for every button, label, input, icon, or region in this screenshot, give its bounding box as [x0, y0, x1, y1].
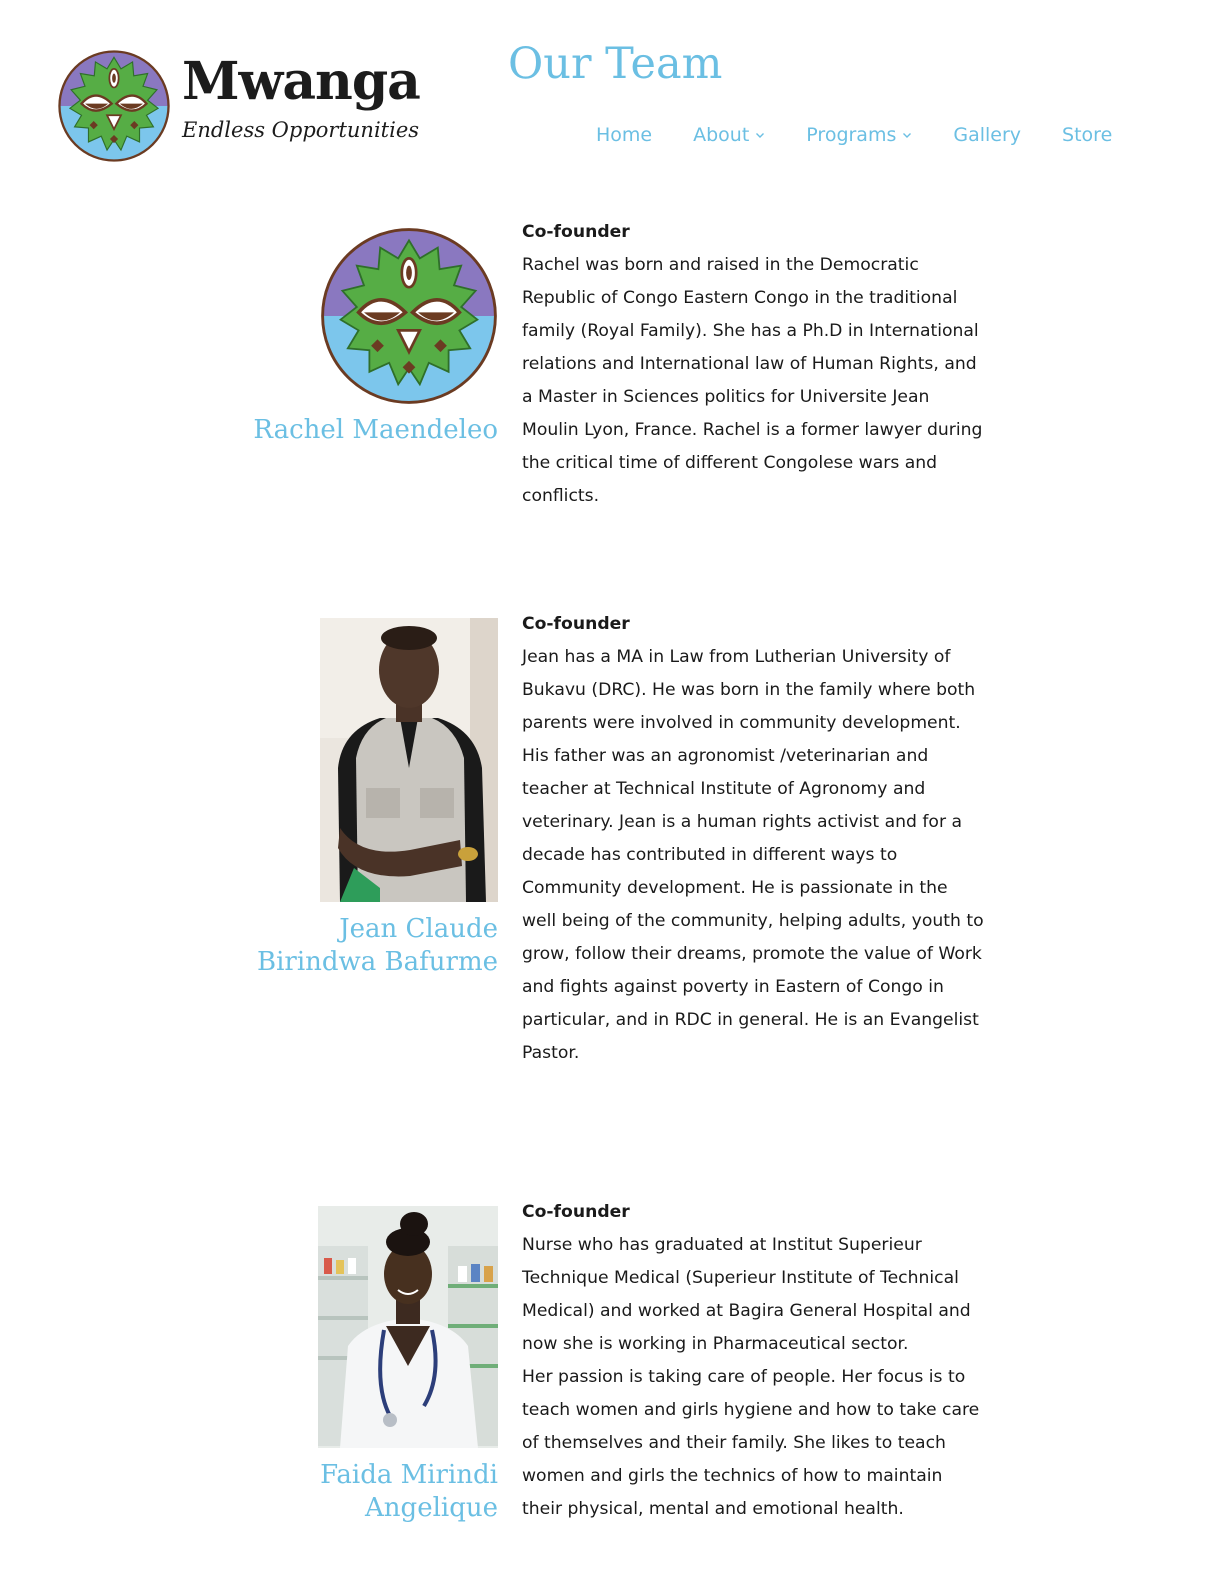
nav-item-store[interactable]: Store: [1062, 124, 1112, 146]
nav-item-gallery[interactable]: Gallery: [953, 124, 1021, 146]
nav-item-label: Programs: [806, 124, 897, 146]
bio-paragraph: Her passion is taking care of people. He…: [522, 1367, 980, 1519]
bio-paragraph: Rachel was born and raised in the Democr…: [522, 255, 983, 506]
member-name-line: Rachel Maendeleo: [253, 415, 498, 445]
main-nav: Home About Programs Gallery Store: [596, 118, 1112, 152]
member-bio: Co-founder Nurse who has graduated at In…: [522, 1196, 984, 1526]
nav-item-label: Home: [596, 124, 653, 146]
member-name: Jean Claude Birindwa Bafurme: [198, 913, 498, 979]
bio-paragraph: Nurse who has graduated at Institut Supe…: [522, 1235, 971, 1354]
member-photo: [320, 618, 498, 902]
nav-item-home[interactable]: Home: [596, 124, 652, 146]
member-name-line: Birindwa Bafurme: [256, 947, 498, 977]
member-role: Co-founder: [522, 614, 630, 634]
member-name: Faida Mirindi Angelique: [198, 1459, 498, 1525]
chevron-down-icon: [903, 133, 912, 138]
brand-name: Mwanga: [182, 51, 421, 112]
site-logo[interactable]: Mwanga Endless Opportunities: [56, 48, 446, 164]
member-name-line: Faida Mirindi: [320, 1460, 498, 1490]
brand-tagline: Endless Opportunities: [182, 118, 420, 142]
member-bio: Co-founder Rachel was born and raised in…: [522, 216, 984, 513]
nav-item-label: Gallery: [953, 124, 1022, 146]
mwanga-logo-icon: [58, 50, 170, 162]
nav-item-about[interactable]: About: [693, 124, 765, 146]
member-name: Rachel Maendeleo: [198, 414, 498, 447]
nav-item-programs[interactable]: Programs: [806, 124, 912, 146]
member-bio: Co-founder Jean has a MA in Law from Lut…: [522, 608, 984, 1070]
member-photo: [318, 1206, 498, 1448]
nav-item-label: About: [693, 124, 750, 146]
member-role: Co-founder: [522, 222, 630, 242]
nav-item-label: Store: [1062, 124, 1113, 146]
member-name-line: Angelique: [365, 1493, 498, 1523]
page-title: Our Team: [508, 39, 723, 89]
bio-paragraph: Jean has a MA in Law from Lutherian Univ…: [522, 647, 984, 1063]
chevron-down-icon: [756, 133, 765, 138]
member-name-line: Jean Claude: [339, 914, 498, 944]
member-role: Co-founder: [522, 1202, 630, 1222]
member-logo-icon: [321, 228, 497, 404]
